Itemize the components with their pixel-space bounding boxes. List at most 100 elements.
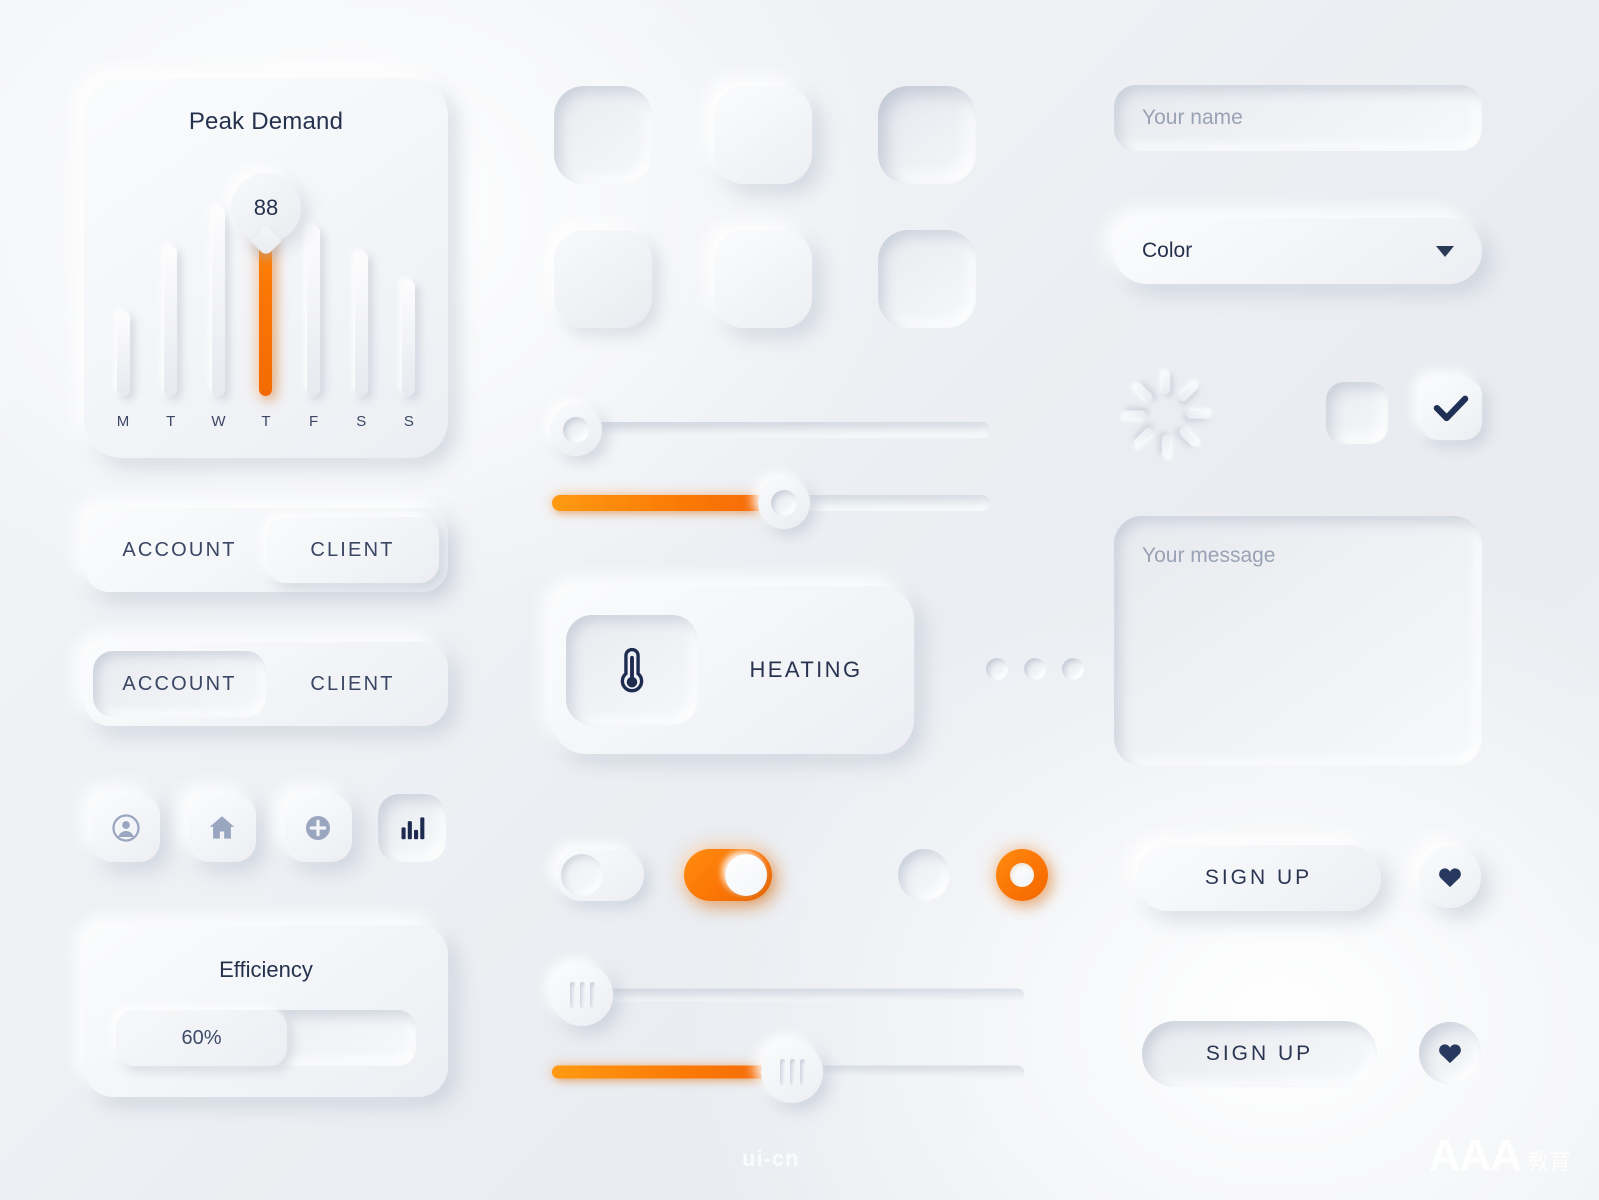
chevron-down-icon[interactable]	[1436, 245, 1454, 257]
radio-button-on[interactable]	[996, 849, 1048, 901]
favorite-button-inset[interactable]	[1419, 1022, 1481, 1084]
dot-3[interactable]	[1062, 658, 1084, 680]
grip-slider-filled-fill	[552, 1065, 792, 1079]
dot-1[interactable]	[986, 658, 1008, 680]
efficiency-value: 60%	[181, 1026, 222, 1049]
bar	[116, 312, 130, 396]
bar-axis-label: T	[166, 413, 176, 430]
signup-label-2: SIGN UP	[1205, 1042, 1314, 1065]
add-button[interactable]	[284, 794, 352, 862]
peak-demand-axis-labels: MTWTFSS	[116, 413, 416, 430]
heart-icon	[1439, 868, 1461, 888]
bar	[307, 226, 321, 396]
dot-2[interactable]	[1024, 658, 1046, 680]
signup-button-raised[interactable]: SIGN UP	[1136, 845, 1381, 911]
bar	[211, 206, 225, 396]
favorite-button-raised[interactable]	[1419, 846, 1481, 908]
user-icon	[112, 814, 140, 842]
watermark-brand-text: AAA	[1428, 1131, 1522, 1180]
peak-demand-value: 88	[253, 195, 279, 220]
tab-account[interactable]: ACCOUNT	[93, 517, 266, 583]
slider-empty-handle[interactable]	[550, 404, 602, 456]
efficiency-progress-fill: 60%	[116, 1010, 287, 1066]
segmented-tabs-account-selected[interactable]: ACCOUNT CLIENT	[84, 642, 448, 726]
tile-button-4[interactable]	[554, 230, 652, 328]
heart-icon	[1439, 1044, 1461, 1064]
grip-line-1	[779, 1059, 785, 1085]
toggle-knob-on	[725, 854, 767, 896]
bar-chart-icon	[401, 817, 425, 840]
grip-line-3	[799, 1059, 805, 1085]
toggle-knob-off	[561, 854, 603, 896]
bar-axis-label: S	[356, 413, 367, 430]
bar-axis-label: F	[309, 413, 319, 430]
bar-axis-label: T	[261, 413, 271, 430]
toggle-switch-on[interactable]	[684, 849, 772, 901]
tile-button-6[interactable]	[878, 230, 976, 328]
grip-slider-empty-track[interactable]	[552, 988, 1024, 1002]
heating-card[interactable]: HEATING	[552, 586, 914, 754]
grip-slider-empty-handle[interactable]	[551, 964, 613, 1026]
plus-circle-icon	[306, 816, 330, 840]
checkbox-checked[interactable]	[1420, 378, 1482, 440]
name-input[interactable]: Your name	[1114, 85, 1482, 151]
signup-button-inset[interactable]: SIGN UP	[1142, 1021, 1377, 1087]
grip-slider-filled[interactable]	[552, 1041, 1024, 1103]
bar-column	[354, 252, 368, 396]
color-select-value: Color	[1142, 239, 1193, 262]
bar-column	[307, 226, 321, 396]
statistics-button[interactable]	[378, 794, 446, 862]
ui-kit-canvas: Peak Demand 88 M T W T F S S ACCOUNT CLIENT AC…	[0, 0, 1599, 1200]
slider-empty[interactable]	[550, 400, 990, 460]
pagination-dots[interactable]	[986, 658, 1084, 680]
bar-column	[211, 206, 225, 396]
checkbox-unchecked[interactable]	[1326, 382, 1388, 444]
watermark-brand: AAA 教育	[1429, 1134, 1571, 1178]
message-placeholder: Your message	[1142, 544, 1276, 567]
color-select[interactable]: Color	[1114, 218, 1482, 284]
heating-icon-button[interactable]	[566, 615, 698, 725]
heating-label: HEATING	[749, 657, 863, 682]
bar-column	[116, 312, 130, 396]
thermometer-icon	[620, 647, 644, 693]
watermark-center: ui-cn	[742, 1146, 800, 1171]
watermark-brand-cn: 教育	[1526, 1149, 1571, 1175]
name-input-placeholder: Your name	[1142, 106, 1243, 129]
loading-spinner-icon	[1120, 368, 1212, 460]
grip-slider-empty[interactable]	[551, 964, 1024, 1026]
grip-line-3	[589, 982, 595, 1008]
bar-axis-label: S	[403, 413, 414, 430]
tile-button-5[interactable]	[714, 230, 812, 328]
bar	[402, 280, 416, 396]
grip-line-2	[579, 982, 585, 1008]
bar-column	[402, 280, 416, 396]
toggle-switch-off[interactable]	[556, 849, 644, 901]
tile-button-1[interactable]	[554, 86, 652, 184]
tab-account-pressed[interactable]: ACCOUNT	[93, 651, 266, 717]
radio-button-off[interactable]	[898, 849, 950, 901]
peak-demand-title: Peak Demand	[188, 108, 344, 135]
message-textarea[interactable]: Your message	[1114, 516, 1482, 766]
slider-filled[interactable]	[552, 473, 990, 533]
tab-client[interactable]: CLIENT	[266, 517, 439, 583]
efficiency-card: Efficiency 60%	[84, 925, 448, 1097]
tab-client-2[interactable]: CLIENT	[266, 651, 439, 717]
bar	[354, 252, 368, 396]
grip-slider-filled-handle[interactable]	[761, 1041, 823, 1103]
home-button[interactable]	[188, 794, 256, 862]
efficiency-progress-track: 60%	[116, 1010, 416, 1066]
slider-filled-handle[interactable]	[758, 477, 810, 529]
slider-filled-fill	[552, 495, 784, 511]
bar	[164, 246, 178, 396]
grip-line-1	[569, 982, 575, 1008]
slider-empty-track[interactable]	[552, 422, 990, 438]
peak-demand-value-bubble: 88	[231, 173, 301, 243]
signup-label-1: SIGN UP	[1204, 866, 1313, 889]
segmented-tabs-client-selected[interactable]: ACCOUNT CLIENT	[84, 508, 448, 592]
user-button[interactable]	[92, 794, 160, 862]
tile-button-3[interactable]	[878, 86, 976, 184]
bar-axis-label: W	[211, 413, 226, 430]
tile-button-2[interactable]	[714, 86, 812, 184]
peak-demand-card: Peak Demand 88 M T W T F S S	[84, 78, 448, 458]
home-icon	[209, 816, 235, 839]
